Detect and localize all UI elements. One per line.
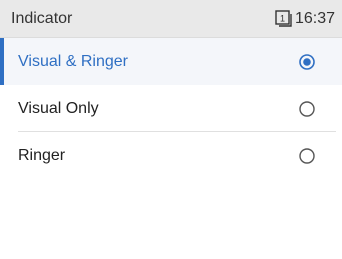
- status-bar: Indicator 1 16:37: [0, 0, 342, 38]
- option-label: Visual Only: [18, 100, 99, 117]
- option-visual-only[interactable]: Visual Only: [0, 85, 342, 132]
- line-indicator-icon: 1: [275, 10, 292, 27]
- radio-unselected-icon[interactable]: [299, 101, 315, 117]
- option-label: Visual & Ringer: [18, 53, 128, 70]
- options-list: Visual & Ringer Visual Only Ringer: [0, 38, 342, 179]
- option-label: Ringer: [18, 147, 66, 164]
- option-ringer[interactable]: Ringer: [0, 132, 342, 179]
- selection-accent-bar: [0, 38, 4, 85]
- radio-selected-icon[interactable]: [299, 54, 315, 70]
- indicator-screen: Indicator 1 16:37 Visual & Ringer Visual…: [0, 0, 342, 259]
- page-title: Indicator: [11, 10, 73, 27]
- radio-unselected-icon[interactable]: [299, 148, 315, 164]
- clock: 16:37: [295, 10, 336, 27]
- line-number: 1: [280, 14, 285, 24]
- option-visual-and-ringer[interactable]: Visual & Ringer: [0, 38, 342, 85]
